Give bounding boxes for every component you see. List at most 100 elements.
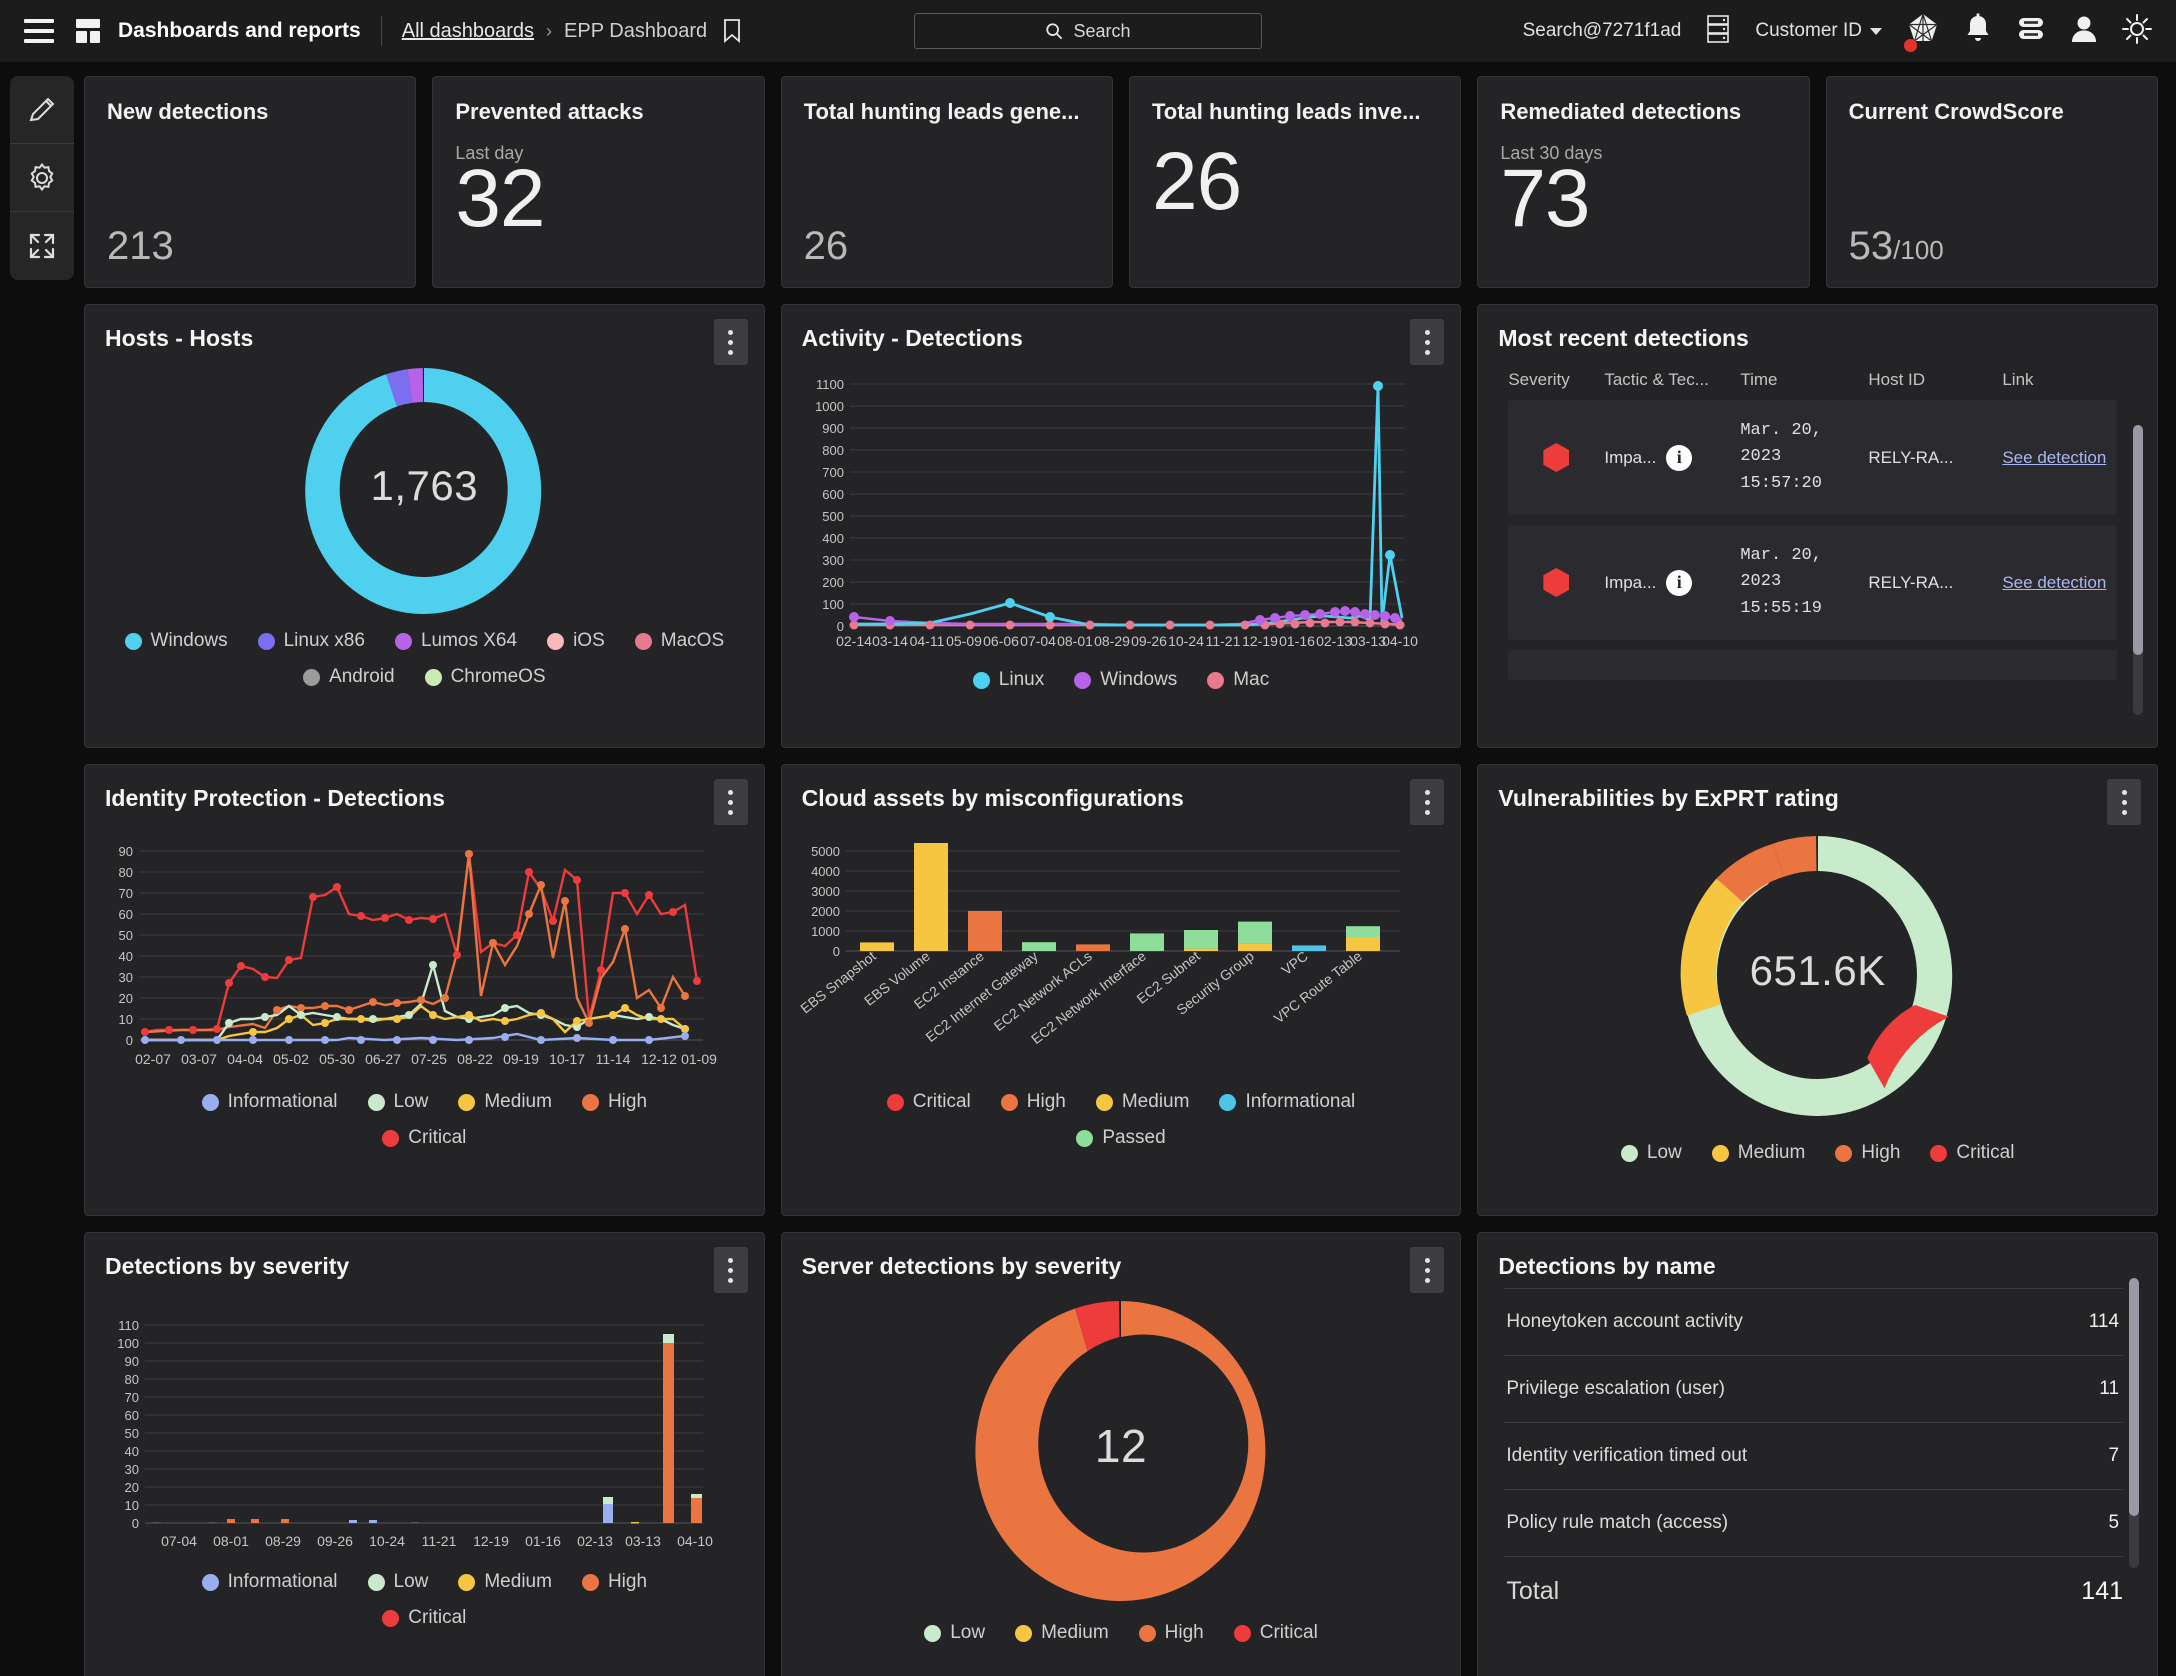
scrollbar-thumb[interactable] <box>2129 1278 2139 1516</box>
kpi-current-crowdscore[interactable]: Current CrowdScore 53/100 <box>1826 76 2158 288</box>
svg-text:90: 90 <box>119 844 133 859</box>
legend-item-high[interactable]: High <box>582 1571 647 1593</box>
kpi-remediated-detections[interactable]: Remediated detections Last 30 days 73 <box>1477 76 1809 288</box>
svg-text:70: 70 <box>125 1390 139 1405</box>
search-input[interactable]: Search <box>914 13 1262 49</box>
legend-item-informational[interactable]: Informational <box>202 1571 338 1593</box>
dashboard-settings-button[interactable] <box>10 144 74 212</box>
list-item[interactable]: Identity verification timed out 7 <box>1504 1423 2123 1490</box>
legend-item-macos[interactable]: MacOS <box>635 630 724 652</box>
panel-menu-button[interactable] <box>1410 779 1444 825</box>
info-icon[interactable]: i <box>1666 445 1692 471</box>
kpi-total-hunting-leads-investigated[interactable]: Total hunting leads inve... 26 <box>1129 76 1461 288</box>
legend-item-lumos-x64[interactable]: Lumos X64 <box>395 630 517 652</box>
panel-menu-button[interactable] <box>714 1247 748 1293</box>
bar-vpc-route-table-passed <box>1346 926 1380 937</box>
detection-count: 11 <box>2099 1378 2119 1400</box>
legend-swatch <box>1219 1094 1236 1111</box>
bell-icon[interactable] <box>1964 13 1992 50</box>
kpi-prevented-attacks[interactable]: Prevented attacks Last day 32 <box>432 76 764 288</box>
vulnerabilities-donut-chart[interactable]: 651.6K <box>1478 816 2157 1126</box>
legend-item-android[interactable]: Android <box>303 666 395 688</box>
bookmark-icon[interactable] <box>723 19 741 43</box>
legend-item-high[interactable]: High <box>1001 1091 1066 1113</box>
panel-cloud-assets: Cloud assets by misconfigurations 5000 4… <box>781 764 1462 1216</box>
legend-item-low[interactable]: Low <box>1621 1142 1682 1164</box>
kpi-new-detections[interactable]: New detections 213 <box>84 76 416 288</box>
legend-item-linux-x86[interactable]: Linux x86 <box>258 630 365 652</box>
menu-icon[interactable] <box>24 19 54 43</box>
panel-menu-button[interactable] <box>714 779 748 825</box>
legend-item-medium[interactable]: Medium <box>458 1091 552 1113</box>
fullscreen-button[interactable] <box>10 212 74 280</box>
legend-item-linux[interactable]: Linux <box>973 669 1044 691</box>
legend-swatch <box>582 1094 599 1111</box>
legend-label: Critical <box>408 1607 466 1629</box>
legend-label: ChromeOS <box>451 666 546 688</box>
legend-item-passed[interactable]: Passed <box>808 1127 1435 1149</box>
divider <box>381 16 382 46</box>
legend-item-critical[interactable]: Critical <box>1930 1142 2014 1164</box>
user-icon[interactable] <box>2070 14 2098 49</box>
list-item[interactable]: Privilege escalation (user) 11 <box>1504 1356 2123 1423</box>
detection-name: Privilege escalation (user) <box>1506 1378 1725 1400</box>
panel-menu-button[interactable] <box>1410 319 1444 365</box>
legend-item-low[interactable]: Low <box>924 1622 985 1644</box>
server-donut-chart[interactable]: 12 <box>782 1286 1461 1606</box>
kpi-value: 53/100 <box>1849 224 1944 269</box>
legend-item-high[interactable]: High <box>582 1091 647 1113</box>
identity-line-chart[interactable]: 90 80 70 60 50 40 30 20 10 0 <box>85 812 764 1085</box>
customer-id-dropdown[interactable]: Customer ID <box>1755 20 1882 42</box>
server-stack-icon[interactable] <box>1705 14 1731 49</box>
cloud-assets-bar-chart[interactable]: 5000 4000 3000 2000 1000 0 <box>782 812 1461 1081</box>
table-row[interactable]: Impa... i Mar. 20, 2023 15:55:19 RELY-RA… <box>1508 525 2117 640</box>
legend-item-high[interactable]: High <box>1835 1142 1900 1164</box>
legend-item-ios[interactable]: iOS <box>547 630 605 652</box>
brightness-icon[interactable] <box>2122 14 2152 49</box>
breadcrumb-all-dashboards[interactable]: All dashboards <box>402 20 534 43</box>
legend-item-critical[interactable]: Critical <box>111 1607 738 1629</box>
scrollbar-thumb[interactable] <box>2133 425 2143 655</box>
legend-item-windows[interactable]: Windows <box>1074 669 1177 691</box>
chat-icon[interactable] <box>2016 15 2046 48</box>
see-detection-link[interactable]: See detection <box>2002 448 2106 467</box>
edit-dashboard-button[interactable] <box>10 76 74 144</box>
detections-severity-bar-chart[interactable]: 110 100 90 80 70 60 50 40 30 20 10 0 <box>85 1280 764 1561</box>
legend-item-critical[interactable]: Critical <box>887 1091 971 1113</box>
legend-item-mac[interactable]: Mac <box>1207 669 1269 691</box>
legend-item-high[interactable]: High <box>1139 1622 1204 1644</box>
svg-text:EC2 Network ACLs: EC2 Network ACLs <box>990 948 1094 1034</box>
legend-item-medium[interactable]: Medium <box>458 1571 552 1593</box>
legend-item-chromeos[interactable]: ChromeOS <box>425 666 546 688</box>
spider-alert-icon[interactable] <box>1906 12 1940 51</box>
table-row[interactable] <box>1508 650 2117 680</box>
legend-swatch <box>1096 1094 1113 1111</box>
legend-label: High <box>1861 1142 1900 1164</box>
legend-item-critical[interactable]: Critical <box>111 1127 738 1149</box>
legend-swatch <box>887 1094 904 1111</box>
legend-item-medium[interactable]: Medium <box>1096 1091 1190 1113</box>
legend-item-informational[interactable]: Informational <box>1219 1091 1355 1113</box>
info-icon[interactable]: i <box>1666 570 1692 596</box>
legend-item-medium[interactable]: Medium <box>1015 1622 1109 1644</box>
svg-text:01-16: 01-16 <box>1279 633 1315 649</box>
kpi-total-hunting-leads-generated[interactable]: Total hunting leads gene... 26 <box>781 76 1113 288</box>
apps-grid-icon[interactable] <box>76 19 100 43</box>
legend-item-low[interactable]: Low <box>368 1571 429 1593</box>
list-item[interactable]: Policy rule match (access) 5 <box>1504 1490 2123 1557</box>
svg-text:09-26: 09-26 <box>317 1533 353 1549</box>
legend-item-windows[interactable]: Windows <box>125 630 228 652</box>
legend-label: Medium <box>1122 1091 1190 1113</box>
panel-vulnerabilities-exprt: Vulnerabilities by ExPRT rating <box>1477 764 2158 1216</box>
legend-item-informational[interactable]: Informational <box>202 1091 338 1113</box>
activity-line-chart[interactable]: 1100 1000 900 800 700 600 500 400 300 20… <box>782 352 1461 661</box>
legend-item-medium[interactable]: Medium <box>1712 1142 1806 1164</box>
list-item[interactable]: Honeytoken account activity 114 <box>1504 1288 2123 1356</box>
svg-text:90: 90 <box>125 1354 139 1369</box>
hosts-donut-chart[interactable]: 1,763 <box>85 346 764 626</box>
see-detection-link[interactable]: See detection <box>2002 573 2106 592</box>
legend-item-low[interactable]: Low <box>368 1091 429 1113</box>
legend-item-critical[interactable]: Critical <box>1234 1622 1318 1644</box>
kpi-row: New detections 213 Prevented attacks Las… <box>84 76 2158 288</box>
table-row[interactable]: Impa... i Mar. 20, 2023 15:57:20 RELY-RA… <box>1508 400 2117 515</box>
